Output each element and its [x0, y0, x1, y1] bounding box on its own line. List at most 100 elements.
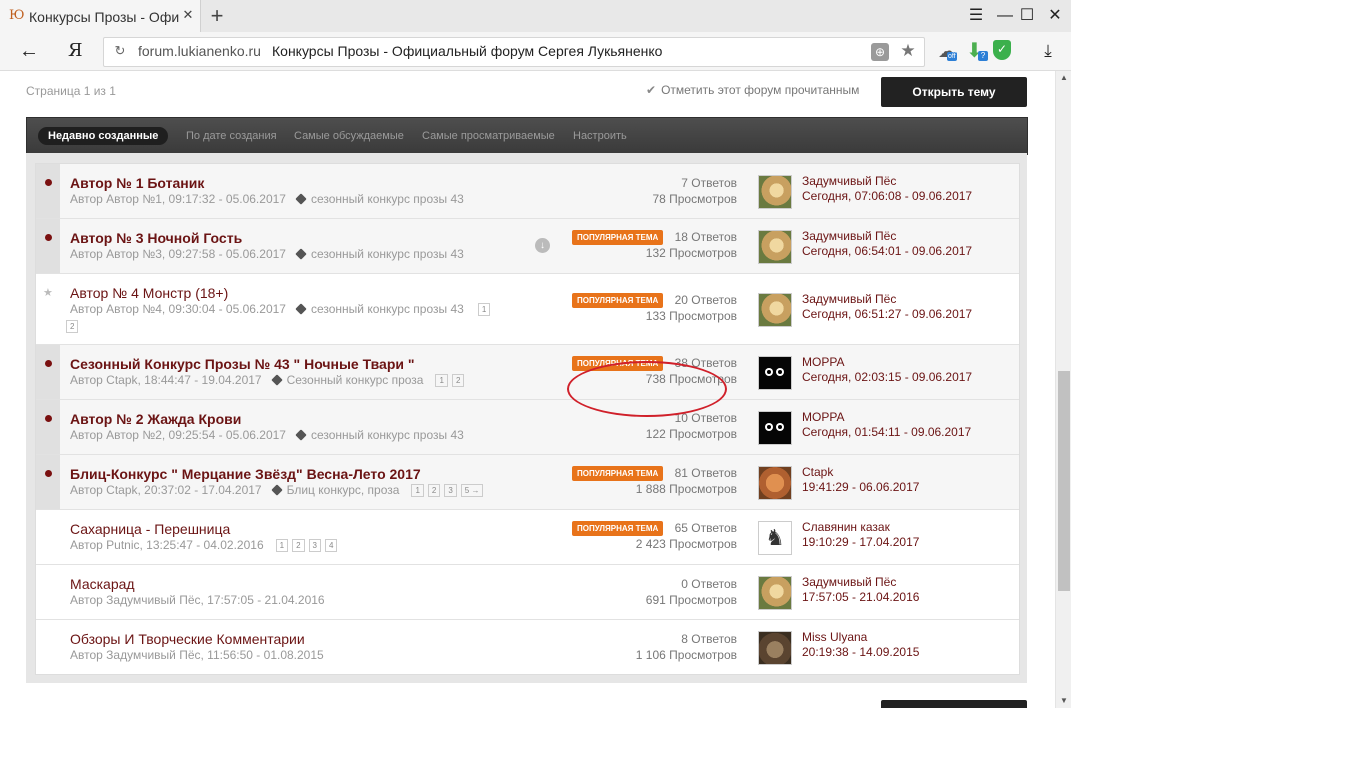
filter-recent[interactable]: Недавно созданные [38, 127, 169, 145]
scrollbar[interactable]: ▲ ▼ [1055, 71, 1071, 708]
unread-dot-icon [45, 179, 52, 186]
avatar[interactable] [758, 356, 792, 390]
topic-title-link[interactable]: Сезонный Конкурс Прозы № 43 " Ночные Тва… [70, 356, 415, 372]
url-field[interactable]: ↻ forum.lukianenko.ru Конкурсы Прозы - О… [103, 37, 925, 67]
url-page-title: Конкурсы Прозы - Официальный форум Серге… [272, 43, 663, 59]
shield-check-icon[interactable]: ✓ [993, 40, 1015, 62]
filter-by-date[interactable]: По дате создания [186, 127, 277, 145]
tab-close-icon[interactable]: ✕ [180, 7, 196, 23]
topic-title-link[interactable]: Маскарад [70, 576, 135, 592]
topic-title-link[interactable]: Автор № 3 Ночной Гость [70, 230, 242, 246]
filter-most-viewed[interactable]: Самые просматриваемые [422, 127, 555, 145]
mark-read-link[interactable]: ✔ Отметить этот форум прочитанным [646, 83, 859, 97]
avatar[interactable] [758, 230, 792, 264]
page-link[interactable]: 4 [324, 539, 338, 552]
topic-tag-link[interactable]: сезонный конкурс прозы 43 [311, 302, 464, 316]
avatar[interactable]: ♞ [758, 521, 792, 555]
last-post-time[interactable]: 20:19:38 - 14.09.2015 [802, 645, 919, 660]
protect-icon[interactable]: ⊕ [871, 43, 889, 61]
last-post-user[interactable]: Задумчивый Пёс [802, 229, 972, 244]
avatar[interactable] [758, 576, 792, 610]
extension-off-icon[interactable]: ☁ off [938, 40, 960, 62]
star-icon[interactable]: ★ [43, 286, 53, 299]
topic-tag-link[interactable]: сезонный конкурс прозы 43 [311, 428, 464, 442]
scroll-down-icon[interactable]: ▼ [1056, 694, 1071, 708]
topic-tag-link[interactable]: сезонный конкурс прозы 43 [311, 192, 464, 206]
last-post-user[interactable]: МОРРА [802, 410, 971, 425]
new-tab-icon[interactable]: + [205, 4, 229, 28]
tab-active[interactable]: Ю Конкурсы Прозы - Официальный форум Сер… [0, 0, 201, 32]
topic-title-link[interactable]: Автор № 1 Ботаник [70, 175, 204, 191]
download-helper-icon[interactable]: ⬇? [966, 40, 988, 62]
last-post-time[interactable]: Сегодня, 07:06:08 - 09.06.2017 [802, 189, 972, 204]
avatar[interactable] [758, 631, 792, 665]
minimize-icon[interactable]: — [995, 6, 1015, 26]
last-post-time[interactable]: Сегодня, 01:54:11 - 09.06.2017 [802, 425, 971, 440]
last-post-time[interactable]: Сегодня, 02:03:15 - 09.06.2017 [802, 370, 972, 385]
download-icon[interactable]: ⤓ [1037, 40, 1059, 62]
page-link[interactable]: 1 [411, 484, 424, 497]
page-link[interactable]: 2 [292, 539, 305, 552]
page-link[interactable]: 2 [427, 484, 441, 497]
avatar[interactable] [758, 466, 792, 500]
page-link[interactable]: 2 [451, 374, 465, 387]
filter-most-discussed[interactable]: Самые обсуждаемые [294, 127, 404, 145]
forum-page: Страница 1 из 1 ✔ Отметить этот форум про… [16, 71, 1039, 708]
topic-tag-link[interactable]: Блиц конкурс, проза [287, 483, 400, 497]
page-info: Страница 1 из 1 [26, 84, 116, 98]
tag-icon [295, 429, 307, 441]
scroll-thumb[interactable] [1058, 371, 1070, 591]
topic-meta: Автор Задумчивый Пёс, 17:57:05 - 21.04.2… [70, 593, 325, 607]
tag-icon [295, 303, 307, 315]
last-post-user[interactable]: МОРРА [802, 355, 972, 370]
arrow-down-circle-icon[interactable]: ↓ [535, 238, 550, 253]
last-post: Задумчивый Пёс Сегодня, 06:54:01 - 09.06.… [802, 229, 972, 259]
topic-tag-link[interactable]: Сезонный конкурс проза [287, 373, 424, 387]
new-topic-button[interactable]: Открыть тему [881, 77, 1027, 107]
page-link[interactable]: 1 [477, 303, 491, 316]
last-post-user[interactable]: Задумчивый Пёс [802, 292, 972, 307]
topic-title-link[interactable]: Блиц-Конкурс " Мерцание Звёзд" Весна-Лет… [70, 466, 421, 482]
avatar[interactable] [758, 293, 792, 327]
scroll-up-icon[interactable]: ▲ [1056, 71, 1071, 85]
topic-tag-link[interactable]: сезонный конкурс прозы 43 [311, 247, 464, 261]
last-post-user[interactable]: Задумчивый Пёс [802, 174, 972, 189]
table-row: Сезонный Конкурс Прозы № 43 " Ночные Тва… [36, 345, 1019, 400]
yandex-logo-icon[interactable]: Я [68, 39, 84, 63]
last-post-time[interactable]: 19:41:29 - 06.06.2017 [802, 480, 919, 495]
tag-icon [270, 484, 283, 496]
last-post-user[interactable]: Miss Ulyana [802, 630, 919, 645]
last-post-time[interactable]: 17:57:05 - 21.04.2016 [802, 590, 919, 605]
last-post-user[interactable]: Задумчивый Пёс [802, 575, 919, 590]
topic-title-link[interactable]: Сахарница - Перешница [70, 521, 230, 537]
bookmark-star-icon[interactable]: ★ [898, 41, 918, 61]
last-post-time[interactable]: 19:10:29 - 17.04.2017 [802, 535, 919, 550]
topic-title-link[interactable]: Автор № 4 Монстр (18+) [70, 285, 228, 301]
topic-title-link[interactable]: Автор № 2 Жажда Крови [70, 411, 241, 427]
avatar[interactable] [758, 411, 792, 445]
last-post-user[interactable]: Ctapk [802, 465, 919, 480]
page-link[interactable]: 1 [435, 374, 448, 387]
new-topic-button-bottom[interactable] [881, 700, 1027, 708]
maximize-icon[interactable]: ☐ [1017, 6, 1037, 26]
topic-meta: Автор Ctapk, 18:44:47 - 19.04.2017 Сезонн… [70, 373, 465, 387]
page-link[interactable]: 1 [275, 539, 289, 552]
last-post-time[interactable]: Сегодня, 06:54:01 - 09.06.2017 [802, 244, 972, 259]
last-post-user[interactable]: Славянин казак [802, 520, 919, 535]
reload-icon[interactable]: ↻ [112, 43, 128, 59]
back-arrow-icon[interactable]: ← [18, 40, 40, 62]
page-link[interactable]: 5 → [460, 484, 484, 497]
last-post-time[interactable]: Сегодня, 06:51:27 - 09.06.2017 [802, 307, 972, 322]
filter-customize[interactable]: Настроить [573, 127, 627, 145]
topic-list: Автор № 1 Ботаник Автор Автор №1, 09:17:… [35, 163, 1020, 675]
topic-meta: Автор Putnic, 13:25:47 - 04.02.2016 1 2 3 4 [70, 538, 338, 552]
page-link[interactable]: 2 [66, 320, 79, 333]
avatar[interactable] [758, 175, 792, 209]
topic-title-link[interactable]: Обзоры И Творческие Комментарии [70, 631, 305, 647]
menu-icon[interactable]: ☰ [966, 6, 986, 26]
close-window-icon[interactable]: ✕ [1045, 6, 1065, 26]
topic-stats: 18 Ответов 132 Просмотров [645, 230, 737, 260]
page-link[interactable]: 3 [444, 484, 457, 497]
page-link[interactable]: 3 [308, 539, 321, 552]
unread-dot-icon [45, 234, 52, 241]
